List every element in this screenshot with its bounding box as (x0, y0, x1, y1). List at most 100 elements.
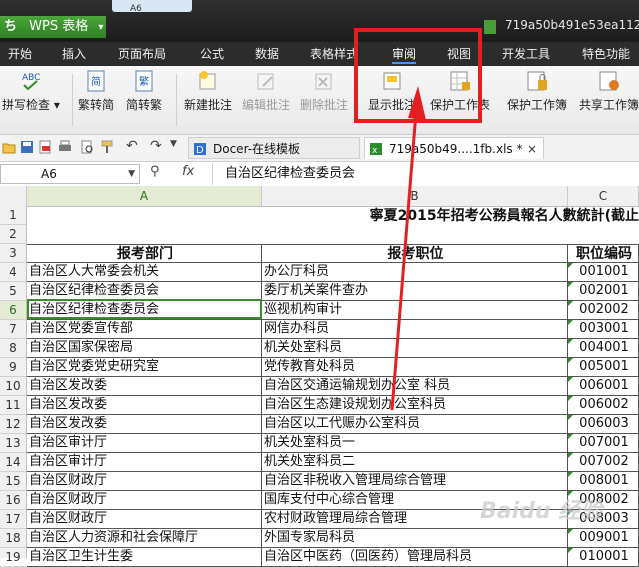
cell-value: 002002 (579, 302, 629, 317)
magnifier-icon[interactable]: ⚲ (150, 164, 160, 179)
cell-c5[interactable]: 002001 (568, 282, 639, 301)
cell-c9[interactable]: 005001 (568, 358, 639, 377)
text-number-indicator-icon (568, 377, 573, 382)
cell-value: 002001 (579, 283, 629, 298)
cell-a12[interactable]: 自治区发改委 (27, 415, 262, 434)
trad-to-simp-button[interactable]: 简 繁转简 (78, 70, 114, 113)
cell-a6[interactable]: 自治区纪律检查委员会 (27, 301, 262, 320)
cell-b12[interactable]: 自治区以工代赈办公室科员 (262, 415, 568, 434)
cell-value: 006003 (579, 416, 629, 431)
cell-a13[interactable]: 自治区审计厅 (27, 434, 262, 453)
text-number-indicator-icon (568, 358, 573, 363)
spellcheck-button[interactable]: ABC 拼写检查 ▾ (2, 70, 60, 113)
cell-b8[interactable]: 机关处室科员 (262, 339, 568, 358)
header-cell-b[interactable]: 报考职位 (262, 244, 568, 263)
menu-special-features[interactable]: 特色功能 (582, 42, 630, 66)
open-folder-icon[interactable] (2, 140, 16, 154)
text-number-indicator-icon (568, 282, 573, 287)
name-box[interactable]: A6 ▼ (0, 164, 140, 184)
cell-b9[interactable]: 党传教育处科员 (262, 358, 568, 377)
text-number-indicator-icon (568, 453, 573, 458)
app-menu-button[interactable]: ち WPS 表格 ▾ (0, 16, 106, 38)
cell-c13[interactable]: 007001 (568, 434, 639, 453)
svg-text:D: D (196, 145, 204, 156)
cell-a7[interactable]: 自治区党委宣传部 (27, 320, 262, 339)
ribbon: ABC 拼写检查 ▾ 简 繁转简 繁 简转繁 新建批注 编辑批注 删除批注 显示… (0, 66, 639, 135)
header-cell-c[interactable]: 职位编码 (568, 244, 639, 263)
cell-c11[interactable]: 006002 (568, 396, 639, 415)
cell-value: 004001 (579, 340, 629, 355)
close-icon[interactable]: × (527, 138, 537, 160)
menu-home[interactable]: 开始 (8, 42, 32, 66)
menu-data[interactable]: 数据 (255, 42, 279, 66)
menu-table-style[interactable]: 表格样式 (310, 42, 358, 66)
menu-formulas[interactable]: 公式 (200, 42, 224, 66)
cell-c6[interactable]: 002002 (568, 301, 639, 320)
save-icon[interactable] (20, 140, 34, 154)
document-icon (484, 20, 496, 34)
formula-input[interactable]: 自治区纪律检查委员会 (212, 163, 639, 185)
cell-c4[interactable]: 001001 (568, 263, 639, 282)
cell-a11[interactable]: 自治区发改委 (27, 396, 262, 415)
cell-value: 003001 (579, 321, 629, 336)
menu-insert[interactable]: 插入 (62, 42, 86, 66)
cell-b5[interactable]: 委厅机关案件查办 (262, 282, 568, 301)
redo-icon[interactable]: ↷ (150, 138, 162, 154)
cell-c18[interactable]: 009001 (568, 529, 639, 548)
document-title: 719a50b491e53ea112e (505, 18, 639, 32)
sheet-title-cell[interactable]: 寧夏2015年招考公務員報名人數統計(截止 (262, 207, 639, 226)
cell-c10[interactable]: 006001 (568, 377, 639, 396)
title-bar: A6 ち WPS 表格 ▾ 719a50b491e53ea112e (0, 0, 639, 42)
format-painter-icon[interactable] (100, 140, 114, 154)
cell-a8[interactable]: 自治区国家保密局 (27, 339, 262, 358)
chevron-down-icon[interactable]: ▼ (128, 165, 135, 183)
text-number-indicator-icon (568, 263, 573, 268)
cell-a9[interactable]: 自治区党委党史研究室 (27, 358, 262, 377)
cell-a4[interactable]: 自治区人大常委会机关 (27, 263, 262, 282)
cell-b6[interactable]: 巡视机构审计 (262, 301, 568, 320)
cell-b14[interactable]: 机关处室科员二 (262, 453, 568, 472)
menu-developer[interactable]: 开发工具 (502, 42, 550, 66)
cell-a16[interactable]: 自治区财政厅 (27, 491, 262, 510)
export-pdf-icon[interactable] (38, 140, 52, 154)
cell-b11[interactable]: 自治区生态建设规划办公室科员 (262, 396, 568, 415)
cell-b13[interactable]: 机关处室科员一 (262, 434, 568, 453)
cell-a5[interactable]: 自治区纪律检查委员会 (27, 282, 262, 301)
insert-function-button[interactable]: fx (182, 164, 194, 179)
cell-a17[interactable]: 自治区财政厅 (27, 510, 262, 529)
cell-b7[interactable]: 网信办科员 (262, 320, 568, 339)
protect-workbook-button[interactable]: 保护工作簿 (507, 70, 567, 113)
tab-docer-templates[interactable]: D Docer-在线模板 (188, 137, 360, 159)
cell-c8[interactable]: 004001 (568, 339, 639, 358)
cell-b15[interactable]: 自治区非税收入管理局综合管理 (262, 472, 568, 491)
simp-to-trad-button[interactable]: 繁 简转繁 (126, 70, 162, 113)
undo-icon[interactable]: ↶ (126, 138, 138, 154)
new-comment-button[interactable]: 新建批注 (184, 70, 232, 113)
edit-comment-button[interactable]: 编辑批注 (242, 70, 290, 113)
cell-a15[interactable]: 自治区财政厅 (27, 472, 262, 491)
cell-c14[interactable]: 007002 (568, 453, 639, 472)
formula-bar: A6 ▼ ⚲ fx 自治区纪律检查委员会 (0, 162, 639, 187)
svg-text:x: x (372, 146, 378, 156)
cell-c7[interactable]: 003001 (568, 320, 639, 339)
print-preview-icon[interactable] (80, 140, 94, 154)
cell-b18[interactable]: 外国专家局科员 (262, 529, 568, 548)
text-number-indicator-icon (568, 320, 573, 325)
menu-page-layout[interactable]: 页面布局 (118, 42, 166, 66)
app-name: WPS 表格 (29, 19, 89, 34)
delete-comment-button[interactable]: 删除批注 (300, 70, 348, 113)
svg-text:繁: 繁 (139, 75, 149, 88)
chevron-down-icon[interactable]: ▼ (170, 139, 177, 149)
cell-a18[interactable]: 自治区人力资源和社会保障厅 (27, 529, 262, 548)
cell-b4[interactable]: 办公厅科员 (262, 263, 568, 282)
header-cell-a[interactable]: 报考部门 (27, 244, 262, 263)
tab-current-workbook[interactable]: x 719a50b49....1fb.xls * × (364, 137, 544, 159)
share-workbook-button[interactable]: 共享工作簿 (579, 70, 639, 113)
cell-a10[interactable]: 自治区发改委 (27, 377, 262, 396)
print-icon[interactable] (58, 140, 72, 154)
cell-a14[interactable]: 自治区审计厅 (27, 453, 262, 472)
cell-c15[interactable]: 008001 (568, 472, 639, 491)
cell-c12[interactable]: 006003 (568, 415, 639, 434)
cell-b10[interactable]: 自治区交通运输规划办公室 科员 (262, 377, 568, 396)
share-workbook-icon (599, 71, 619, 91)
